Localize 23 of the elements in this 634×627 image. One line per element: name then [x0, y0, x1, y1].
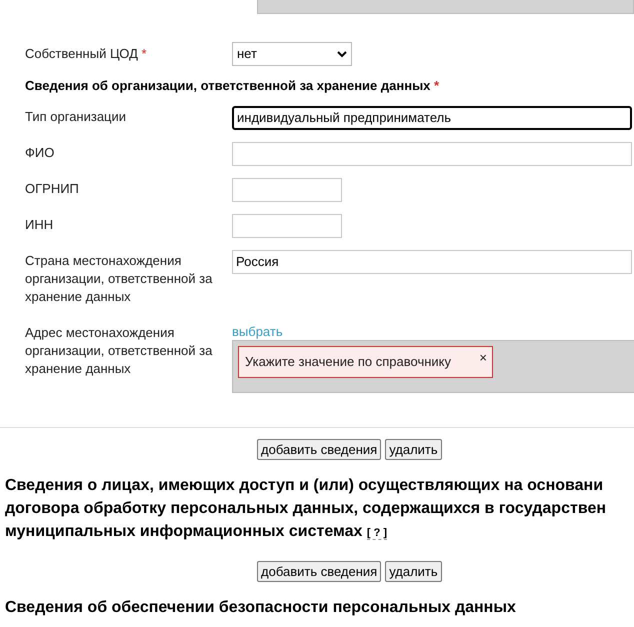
- field-label: Адрес местонахождения организации, ответственной за хранение данных: [25, 324, 214, 378]
- input-field[interactable]: [232, 142, 632, 166]
- field-label: Тип организации: [25, 108, 128, 126]
- field-label: ФИО: [25, 144, 56, 162]
- form-button[interactable]: удалить: [385, 438, 442, 460]
- chevron-down-icon: [337, 50, 347, 58]
- input-field[interactable]: Россия: [232, 250, 632, 274]
- close-button[interactable]: ×: [479, 348, 487, 367]
- section-heading: Сведения о лицах, имеющих доступ и (или) осуществляющих на основани договора обработку персональных данных, содержащихся в государствен муниципальных информационных системах [ ? ]: [4, 476, 607, 542]
- field-label: Собственный ЦОД *: [25, 46, 147, 61]
- section-heading: Сведения об обеспечении безопасности персональных данных: [4, 598, 517, 618]
- form-button[interactable]: удалить: [385, 560, 442, 582]
- field-label: ИНН: [25, 216, 54, 234]
- select-field[interactable]: нет: [232, 42, 352, 66]
- field-label: Страна местонахождения организации, ответственной за хранение данных: [25, 252, 214, 306]
- form-button[interactable]: добавить сведения: [257, 560, 382, 582]
- field-label: ОГРНИП: [25, 180, 80, 198]
- input-field[interactable]: индивидуальный предприниматель: [232, 106, 632, 130]
- section-title: Сведения об организации, ответственной за хранение данных *: [24, 77, 440, 95]
- input-field[interactable]: [232, 214, 342, 238]
- form-button[interactable]: добавить сведения: [257, 438, 382, 460]
- error-message: Укажите значение по справочнику ×: [238, 346, 493, 378]
- input-field[interactable]: [232, 178, 342, 202]
